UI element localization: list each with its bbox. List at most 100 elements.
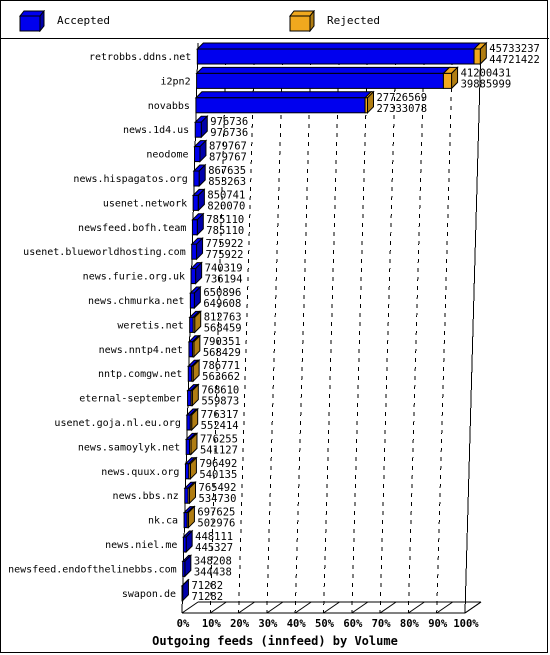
bar-row[interactable] bbox=[184, 456, 198, 481]
category-label: novabbs bbox=[148, 101, 190, 112]
bar-row[interactable] bbox=[189, 285, 202, 310]
bar-segment-rejected bbox=[442, 72, 453, 89]
bar-segment-rejected bbox=[186, 512, 189, 529]
bar-segment-accepted bbox=[186, 414, 191, 431]
category-label: usenet.goja.nl.eu.org bbox=[54, 418, 180, 429]
bar-row[interactable] bbox=[185, 407, 199, 432]
category-label: weretis.net bbox=[117, 320, 183, 331]
bar-segment-accepted bbox=[187, 390, 192, 407]
bar-row[interactable] bbox=[187, 358, 201, 383]
bar-segment-rejected bbox=[188, 463, 191, 480]
x-tick-label: 0% bbox=[177, 618, 190, 630]
bar-segment-rejected bbox=[192, 316, 196, 333]
category-label: nntp.comgw.net bbox=[98, 369, 182, 380]
axis-tick bbox=[436, 601, 453, 614]
bar-row[interactable] bbox=[190, 236, 204, 261]
chart-legend: Accepted Rejected bbox=[1, 1, 549, 39]
bar-segment-accepted bbox=[185, 438, 191, 455]
x-tick-label: 30% bbox=[258, 618, 278, 630]
axis-tick bbox=[266, 601, 284, 614]
category-label: news.chmurka.net bbox=[88, 296, 184, 307]
bar-row[interactable] bbox=[194, 90, 375, 115]
value-label-accepted: 736194 bbox=[205, 274, 243, 286]
value-label-accepted: 649608 bbox=[203, 298, 241, 310]
x-tick-label: 100% bbox=[453, 618, 479, 630]
bar-row[interactable] bbox=[192, 163, 207, 188]
bar-row[interactable] bbox=[183, 480, 197, 505]
value-label-accepted: 540135 bbox=[199, 469, 237, 481]
category-labels: retrobbs.ddns.net i2pn2 novabbs news.1d4.us… bbox=[8, 52, 191, 600]
value-label-accepted: 976736 bbox=[210, 127, 248, 139]
grid-line bbox=[351, 42, 369, 614]
axis-tick bbox=[294, 601, 312, 614]
x-tick-label: 60% bbox=[343, 618, 363, 630]
axis-tick bbox=[351, 601, 369, 614]
bar-segment-accepted bbox=[194, 121, 202, 138]
bar-segment-accepted bbox=[187, 365, 193, 382]
bar-row[interactable] bbox=[193, 139, 208, 163]
chart-window: Accepted Rejected retrobbs.ddns.net i2pn2… bbox=[0, 0, 549, 653]
bar-segment-accepted bbox=[195, 97, 366, 114]
value-label-accepted: 502976 bbox=[197, 518, 235, 530]
category-label: news.nntp4.net bbox=[99, 345, 183, 356]
value-label-accepted: 39885999 bbox=[461, 78, 512, 90]
category-label: news.furie.org.uk bbox=[83, 272, 185, 283]
bar-row[interactable] bbox=[189, 261, 203, 285]
value-label-accepted: 853263 bbox=[208, 176, 246, 188]
bar-row[interactable] bbox=[195, 66, 459, 90]
bar-row[interactable] bbox=[191, 212, 205, 237]
grid-line bbox=[379, 42, 397, 614]
bar-segment-accepted bbox=[181, 585, 184, 602]
value-label-accepted: 559873 bbox=[201, 396, 239, 408]
category-label: news.niel.me bbox=[105, 540, 177, 551]
legend-item-rejected[interactable]: Rejected bbox=[289, 9, 380, 32]
bar-segment-rejected bbox=[364, 97, 368, 114]
category-label: news.hispagatos.org bbox=[73, 174, 187, 185]
bar-row[interactable] bbox=[182, 505, 196, 529]
bar-row[interactable] bbox=[187, 334, 202, 359]
value-label-accepted: 879767 bbox=[209, 152, 247, 164]
category-label: retrobbs.ddns.net bbox=[89, 52, 191, 63]
bar-chart-svg: retrobbs.ddns.net i2pn2 novabbs news.1d4.us… bbox=[8, 41, 540, 648]
category-label: newsfeed.endofthelinebbs.com bbox=[8, 564, 177, 575]
bar-segment-rejected bbox=[189, 414, 193, 431]
value-label-accepted: 785110 bbox=[206, 225, 244, 237]
value-label-accepted: 563662 bbox=[202, 371, 240, 383]
bar-row[interactable] bbox=[196, 41, 488, 66]
value-label-accepted: 568429 bbox=[203, 347, 241, 359]
bar-segment-accepted bbox=[182, 536, 187, 553]
bar-row[interactable] bbox=[191, 188, 206, 212]
bar-top-accepted bbox=[196, 42, 482, 50]
x-axis: 0% 10% 20% 30% 40% 50% 60% 70% 80% 90% 100% Outgoin… bbox=[152, 601, 482, 648]
category-label: news.samoylyk.net bbox=[78, 442, 180, 453]
bar-segment-accepted bbox=[194, 146, 201, 163]
grid-line bbox=[464, 42, 482, 614]
value-label-accepted: 568459 bbox=[204, 322, 242, 334]
bar-segment-accepted bbox=[191, 219, 198, 236]
bar-top-accepted bbox=[194, 91, 373, 99]
axis-tick bbox=[323, 601, 340, 614]
bar-row[interactable] bbox=[186, 383, 200, 407]
bar-segment-accepted bbox=[189, 292, 195, 309]
chart-plot-area: retrobbs.ddns.net i2pn2 novabbs news.1d4.us… bbox=[2, 40, 549, 653]
value-label-accepted: 27333078 bbox=[376, 103, 427, 115]
category-label: news.quux.org bbox=[101, 467, 179, 478]
value-label-accepted: 344438 bbox=[194, 566, 232, 578]
bar-segment-accepted bbox=[192, 194, 199, 211]
legend-item-accepted[interactable]: Accepted bbox=[19, 9, 110, 32]
bar-row[interactable] bbox=[188, 310, 202, 334]
bar-segment-rejected bbox=[191, 341, 195, 358]
bar-segment-rejected bbox=[473, 48, 481, 65]
bar-segment-accepted bbox=[191, 243, 198, 260]
bar-top-accepted bbox=[195, 66, 451, 74]
bar-row[interactable] bbox=[194, 114, 209, 139]
value-label-accepted: 44721422 bbox=[489, 54, 540, 66]
bar-segment-accepted bbox=[182, 560, 186, 577]
value-label-accepted: 534730 bbox=[199, 493, 237, 505]
axis-tick bbox=[464, 601, 482, 614]
axis-tick bbox=[210, 601, 227, 614]
value-label-accepted: 552414 bbox=[201, 420, 239, 432]
bar-segment-accepted bbox=[189, 316, 194, 333]
bar-row[interactable] bbox=[184, 432, 199, 456]
bar-segment-rejected bbox=[189, 438, 192, 455]
